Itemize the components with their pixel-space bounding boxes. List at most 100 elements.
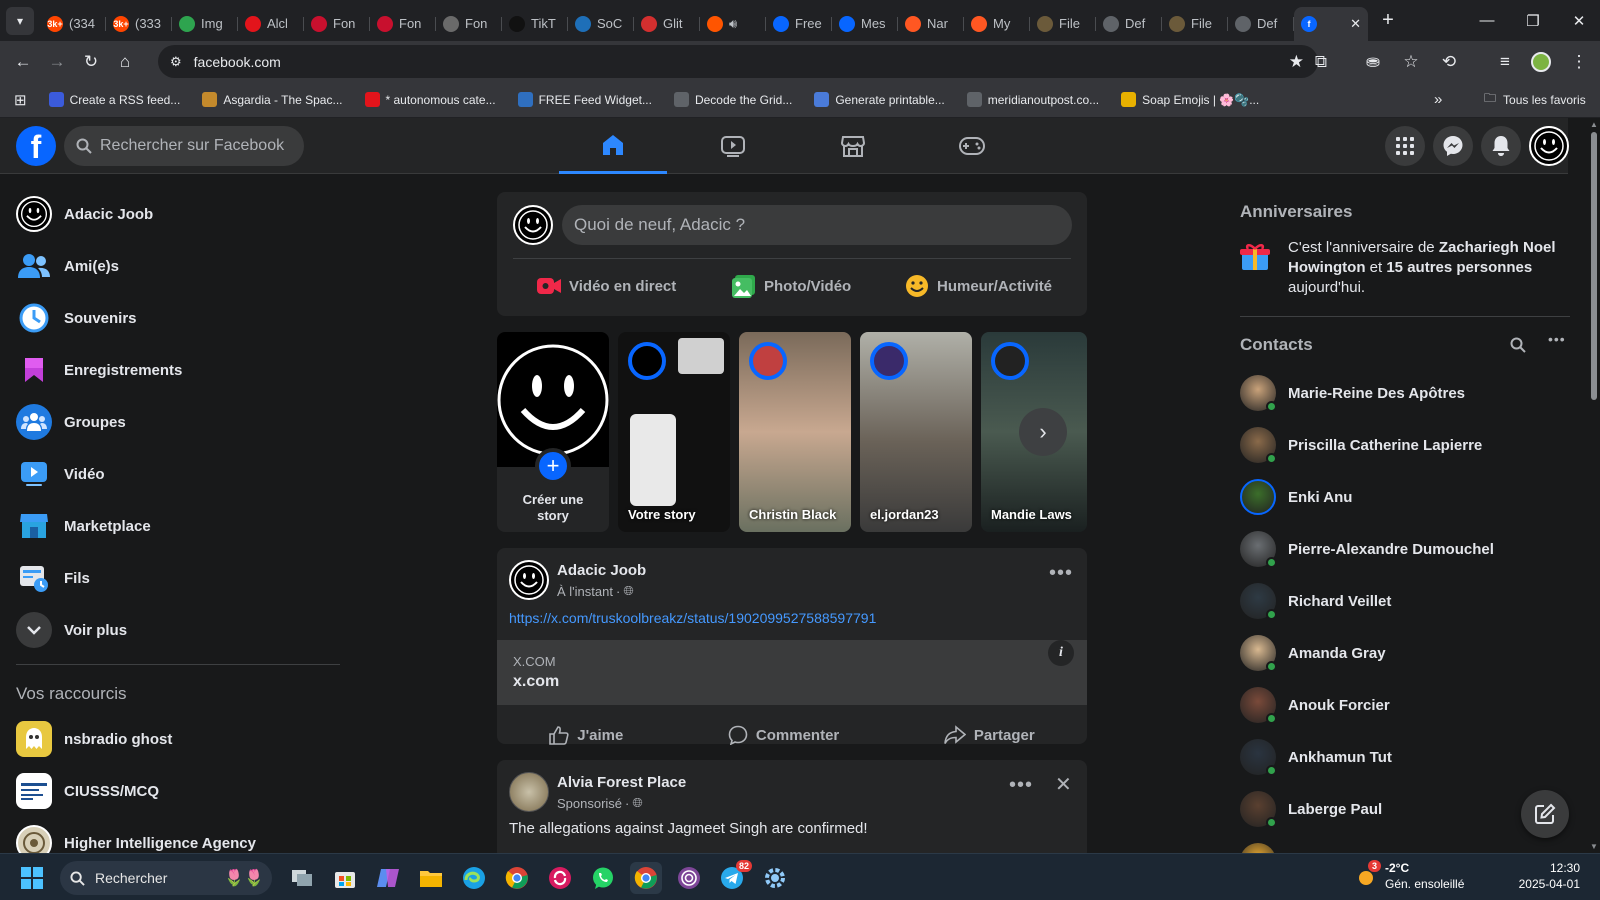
sponsor-avatar[interactable]	[509, 772, 549, 812]
browser-tab[interactable]: My	[964, 7, 1030, 41]
sidebar-item-saved[interactable]: Enregistrements	[8, 344, 348, 396]
store-icon[interactable]	[329, 862, 361, 894]
browser-tab[interactable]: File	[1162, 7, 1228, 41]
menu-icon[interactable]: ⋮	[1562, 45, 1596, 79]
facebook-logo-icon[interactable]: f	[16, 126, 56, 166]
contacts-options-icon[interactable]: •••	[1548, 331, 1566, 347]
bookmark-item[interactable]: Soap Emojis | 🌸🫧...	[1121, 92, 1259, 107]
sidebar-item-video[interactable]: Vidéo	[8, 448, 348, 500]
messenger-button[interactable]	[1433, 126, 1473, 166]
bookmark-item[interactable]: Create a RSS feed...	[48, 92, 180, 107]
browser-tab[interactable]: Def	[1228, 7, 1294, 41]
all-bookmarks-folder[interactable]: 🗀 Tous les favoris	[1484, 89, 1586, 110]
live-video-button[interactable]: Vidéo en direct	[537, 266, 676, 306]
feeling-activity-button[interactable]: Humeur/Activité	[905, 266, 1052, 306]
search-input[interactable]	[100, 137, 290, 155]
apps-grid-icon[interactable]: ⊞	[14, 91, 27, 109]
chrome-profile-icon[interactable]	[501, 862, 533, 894]
weather-icon[interactable]: 3	[1353, 860, 1381, 894]
bookmark-item[interactable]: Decode the Grid...	[673, 92, 792, 107]
bookmark-item[interactable]: * autonomous cate...	[364, 92, 496, 107]
bookmark-item[interactable]: Asgardia - The Spac...	[202, 92, 343, 107]
photo-video-button[interactable]: Photo/Vidéo	[732, 266, 851, 306]
profile-icon[interactable]	[1524, 45, 1558, 79]
chrome-icon-active[interactable]	[630, 862, 662, 894]
browser-tab[interactable]: Mes	[832, 7, 898, 41]
browser-tab[interactable]: SoC	[568, 7, 634, 41]
shortcut-item-nsbradio[interactable]: nsbradio ghost	[8, 713, 348, 765]
start-button[interactable]	[16, 862, 48, 894]
browser-tab[interactable]: Fon	[304, 7, 370, 41]
minimize-button[interactable]: —	[1464, 0, 1510, 41]
close-window-button[interactable]: ✕	[1556, 0, 1600, 41]
nav-video-tab[interactable]	[679, 118, 787, 174]
scrollbar-thumb[interactable]	[1591, 132, 1597, 400]
tab-facebook-active[interactable]: f ✕	[1294, 6, 1368, 41]
edge-icon[interactable]	[458, 862, 490, 894]
forward-button[interactable]: →	[40, 45, 74, 79]
composer-input[interactable]: Quoi de neuf, Adacic ?	[562, 205, 1072, 245]
stories-next-button[interactable]: ›	[1019, 408, 1067, 456]
nav-gaming-tab[interactable]	[918, 118, 1026, 174]
speaker-icon[interactable]: 🔊︎	[729, 16, 737, 32]
more-bookmarks-icon[interactable]: »	[1434, 91, 1442, 108]
whatsapp-icon[interactable]	[587, 862, 619, 894]
post-time[interactable]: À l'instant	[557, 584, 613, 599]
browser-tab[interactable]: Def	[1096, 7, 1162, 41]
contact-item[interactable]: Richard Veillet	[1240, 575, 1570, 627]
story-card-christin-black[interactable]: Christin Black	[739, 332, 851, 532]
contact-item[interactable]: Anouk Forcier	[1240, 679, 1570, 731]
incognito-icon[interactable]: ⛂	[1356, 45, 1390, 79]
clock[interactable]: 12:30 2025-04-01	[1500, 860, 1580, 892]
page-scrollbar[interactable]: ▲ ▼	[1588, 118, 1600, 853]
info-icon[interactable]: i	[1048, 640, 1074, 666]
sidebar-item-groups[interactable]: Groupes	[8, 396, 348, 448]
nav-marketplace-tab[interactable]	[799, 118, 907, 174]
scroll-up-icon[interactable]: ▲	[1590, 120, 1598, 129]
share-button[interactable]: Partager	[944, 725, 1035, 745]
browser-tab[interactable]: Nar	[898, 7, 964, 41]
scroll-down-icon[interactable]: ▼	[1590, 842, 1598, 851]
menu-grid-button[interactable]	[1385, 126, 1425, 166]
new-tab-button[interactable]: +	[1374, 7, 1402, 35]
contact-item[interactable]: Ankhamun Tut	[1240, 731, 1570, 783]
post-author-avatar[interactable]	[509, 560, 549, 600]
tab-search-button[interactable]: ▾	[6, 6, 34, 35]
taskbar-search[interactable]: Rechercher 🌷🌷	[60, 861, 272, 895]
address-bar[interactable]: ⚙ facebook.com ★	[158, 45, 1318, 78]
sidebar-item-friends[interactable]: Ami(e)s	[8, 240, 348, 292]
sidebar-item-marketplace[interactable]: Marketplace	[8, 500, 348, 552]
bookmark-item[interactable]: meridianoutpost.co...	[966, 92, 1099, 107]
media-control-icon[interactable]: ≡	[1488, 45, 1522, 79]
home-button[interactable]: ⌂	[108, 45, 142, 79]
bookmark-item[interactable]: FREE Feed Widget...	[517, 92, 652, 107]
link-preview-card[interactable]: X.COM x.com i	[497, 640, 1087, 705]
favorites-icon[interactable]: ☆	[1394, 45, 1428, 79]
birthday-others-link[interactable]: 15 autres personnes	[1386, 259, 1532, 276]
browser-tab[interactable]: TikT	[502, 7, 568, 41]
post-link[interactable]: https://x.com/truskoolbreakz/status/1902…	[509, 610, 876, 626]
hide-post-close-icon[interactable]: ✕	[1055, 772, 1072, 797]
contact-item[interactable]: Pierre-Alexandre Dumouchel	[1240, 523, 1570, 575]
browser-tab[interactable]: Alcl	[238, 7, 304, 41]
browser-tab[interactable]: Fon	[370, 7, 436, 41]
browser-tab[interactable]: 3k+ (333	[106, 7, 172, 41]
bookmark-star-icon[interactable]: ★	[1289, 52, 1304, 72]
sidebar-item-see-more[interactable]: Voir plus	[8, 604, 348, 656]
sidebar-item-feeds[interactable]: Fils	[8, 552, 348, 604]
birthday-notice[interactable]: C'est l'anniversaire de Zachariegh Noel …	[1240, 238, 1570, 317]
restore-button[interactable]: ❐	[1510, 0, 1556, 41]
post-options-icon[interactable]: •••	[1049, 562, 1073, 585]
reload-button[interactable]: ↻	[74, 45, 108, 79]
comment-button[interactable]: Commenter	[728, 725, 839, 745]
account-avatar-button[interactable]	[1529, 126, 1569, 166]
extensions-icon[interactable]: ⧉	[1304, 45, 1338, 79]
contact-item[interactable]: Priscilla Catherine Lapierre	[1240, 419, 1570, 471]
back-button[interactable]: ←	[6, 45, 40, 79]
browser-tab[interactable]: Free	[766, 7, 832, 41]
telegram-icon[interactable]: 82	[716, 860, 752, 894]
nav-home-tab[interactable]	[559, 118, 667, 174]
browser-tab[interactable]: Glit	[634, 7, 700, 41]
post-options-icon[interactable]: •••	[1009, 774, 1033, 797]
post-author-name[interactable]: Adacic Joob	[557, 562, 646, 579]
